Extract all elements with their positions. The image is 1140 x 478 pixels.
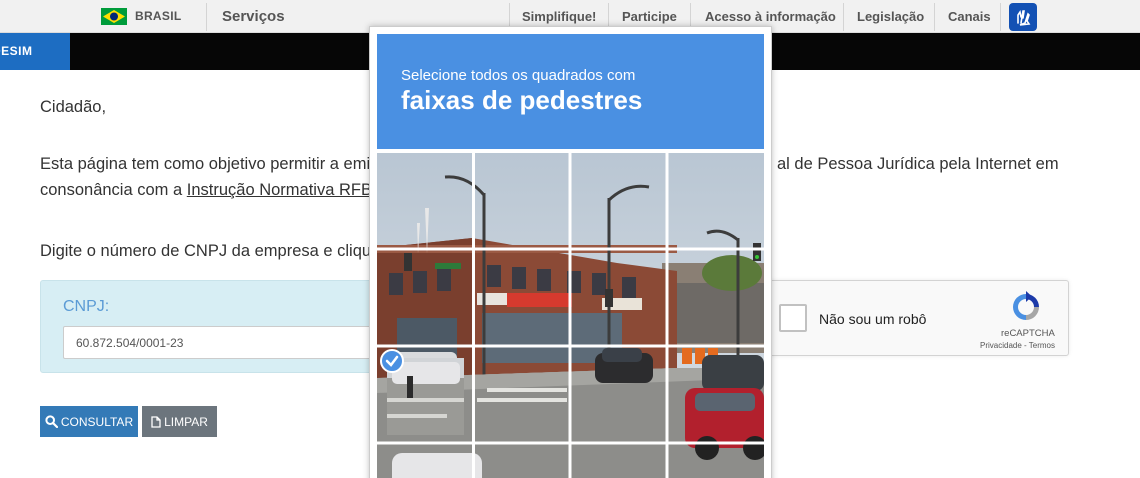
grid-tile[interactable] — [377, 153, 473, 249]
brand-logo[interactable]: DESIM — [0, 33, 70, 70]
grid-tile[interactable] — [474, 250, 570, 346]
recaptcha-label: Não sou um robô — [819, 311, 927, 327]
search-icon — [45, 415, 58, 428]
recaptcha-widget: Não sou um robô reCAPTCHA Privacidade - … — [763, 280, 1069, 356]
recaptcha-checkbox[interactable] — [779, 304, 807, 332]
intro-text-prefix: consonância com a — [40, 181, 187, 199]
hands-icon — [1017, 9, 1031, 26]
challenge-image-grid — [377, 153, 764, 478]
grid-tile[interactable] — [571, 250, 667, 346]
nav-link-simplifique[interactable]: Simplifique! — [522, 9, 596, 24]
intro-text-line2: consonância com a Instrução Normativa RF… — [40, 181, 386, 200]
challenge-instruction: Selecione todos os quadrados com — [401, 67, 636, 84]
divider — [1000, 3, 1001, 31]
file-icon — [151, 415, 161, 428]
grid-tile[interactable] — [668, 153, 764, 249]
grid-tile[interactable] — [474, 153, 570, 249]
recaptcha-links: Privacidade - Termos — [980, 341, 1055, 350]
consult-button-label: CONSULTAR — [60, 414, 134, 429]
nav-link-legislacao[interactable]: Legislação — [857, 9, 924, 24]
instruction-text: Digite o número de CNPJ da empresa e cli… — [40, 242, 395, 260]
recaptcha-logo-icon — [1013, 291, 1039, 320]
grid-tile[interactable] — [571, 347, 667, 443]
cnpj-label: CNPJ: — [63, 298, 110, 315]
nav-link-canais[interactable]: Canais — [948, 9, 991, 24]
brazil-flag-icon — [101, 8, 127, 25]
nav-link-acesso-informacao[interactable]: Acesso à informação — [705, 9, 836, 24]
vlibras-accessibility-icon[interactable] — [1009, 3, 1037, 31]
challenge-target: faixas de pedestres — [401, 85, 643, 115]
challenge-header: Selecione todos os quadrados com faixas … — [377, 34, 764, 149]
consult-button[interactable]: CONSULTAR — [40, 406, 138, 437]
intro-text: Esta página tem como objetivo permitir a… — [40, 155, 379, 173]
divider — [934, 3, 935, 31]
instruction-normativa-link[interactable]: Instrução Normativa RFB n — [187, 181, 386, 199]
grid-tile[interactable] — [377, 250, 473, 346]
clear-button[interactable]: LIMPAR — [142, 406, 217, 437]
clear-button-label: LIMPAR — [164, 414, 208, 429]
terms-link[interactable]: Termos — [1029, 341, 1055, 350]
grid-tile[interactable] — [668, 347, 764, 443]
intro-text-continued: al de Pessoa Jurídica pela Internet em — [777, 155, 1059, 173]
country-link[interactable]: BRASIL — [135, 9, 181, 23]
greeting-text: Cidadão, — [40, 98, 107, 116]
nav-link-participe[interactable]: Participe — [622, 9, 677, 24]
divider — [843, 3, 844, 31]
divider — [206, 3, 207, 31]
privacy-link[interactable]: Privacidade — [980, 341, 1022, 350]
brand-logo-text: DESIM — [0, 44, 33, 58]
grid-tile[interactable] — [474, 347, 570, 443]
grid-tile[interactable] — [571, 153, 667, 249]
grid-tile[interactable] — [668, 250, 764, 346]
links-separator: - — [1021, 341, 1029, 350]
recaptcha-brand: reCAPTCHA — [1001, 328, 1055, 339]
recaptcha-challenge-popup: Selecione todos os quadrados com faixas … — [369, 26, 772, 478]
services-link[interactable]: Serviços — [222, 8, 285, 25]
